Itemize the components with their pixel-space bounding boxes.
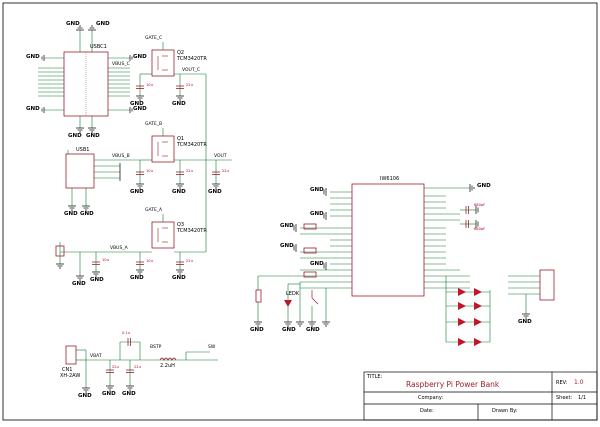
gnd-label-25: GND	[310, 261, 324, 267]
title-value: Raspberry Pi Power Bank	[406, 380, 500, 389]
gnd-label-24: GND	[280, 243, 294, 249]
part-q2: TCM3420TR	[177, 56, 207, 62]
mosfet-q1	[151, 135, 175, 163]
led-header-connector	[539, 269, 555, 301]
net-vbus-b: VBUS_B	[112, 154, 130, 159]
part-q1: TCM3420TR	[177, 142, 207, 148]
rev-value: 1.0	[574, 379, 584, 386]
gnd-label-12: GND	[80, 211, 94, 217]
net-gate-a: GATE_A	[145, 208, 163, 213]
gnd-label-8: GND	[86, 133, 100, 139]
ref-u1: IW6106	[380, 176, 400, 182]
gnd-label-16: GND	[130, 275, 144, 281]
gnd-label-6: GND	[133, 106, 147, 112]
net-bstp: BSTP	[150, 345, 162, 350]
value-c-q1-out: 22u	[186, 169, 193, 173]
value-c-q3-out: 22u	[186, 259, 193, 263]
net-gate-b: GATE_B	[145, 122, 163, 127]
title-label: TITLE:	[367, 374, 383, 380]
part-cn1: XH-2AW	[60, 373, 81, 379]
usb1-connector	[65, 153, 95, 189]
net-vout-c: VOUT_C	[182, 68, 200, 73]
mosfet-q3	[151, 221, 175, 249]
value-c-bat-1: 22u	[112, 365, 119, 369]
date-label: Date:	[420, 408, 434, 414]
sheet-label: Sheet:	[556, 395, 573, 401]
ref-usb1: USB1	[76, 147, 90, 153]
gnd-label-23: GND	[280, 223, 294, 229]
gnd-label-1: GND	[66, 21, 80, 27]
net-sw: SW	[208, 345, 216, 350]
value-c-q1-in: 10u	[146, 169, 153, 173]
gnd-label-14: GND	[172, 189, 186, 195]
ic-u1	[351, 183, 425, 297]
value-c-bstp: 0.1u	[122, 331, 130, 335]
net-vout: VOUT	[214, 154, 227, 159]
gnd-label-21: GND	[310, 187, 324, 193]
sheet-value: 1/1	[578, 395, 587, 401]
gnd-label-10: GND	[172, 101, 186, 107]
gnd-label-9: GND	[130, 101, 144, 107]
ref-l1: 2.2uH	[160, 363, 175, 369]
gnd-label-26: GND	[250, 327, 264, 333]
value-c-680p-2: 680pF	[474, 227, 486, 231]
gnd-label-18: GND	[72, 281, 86, 287]
mosfet-q2	[151, 49, 175, 77]
battery-connector-cn1	[65, 345, 77, 365]
ic-lower-left-wires	[257, 275, 327, 322]
gnd-label-30: GND	[78, 393, 92, 399]
gnd-label-7: GND	[68, 133, 82, 139]
gnd-label-2: GND	[96, 21, 110, 27]
gnd-label-22: GND	[310, 211, 324, 217]
value-c-vout: 22u	[222, 169, 229, 173]
gnd-label-17: GND	[172, 275, 186, 281]
led-header-gnd	[522, 313, 530, 319]
gnd-label-15: GND	[208, 189, 222, 195]
gnd-label-19: GND	[90, 277, 104, 283]
ref-usbc1: USBC1	[90, 44, 107, 50]
net-vbus-a: VBUS_A	[110, 246, 128, 251]
drawn-by-label: Drawn By:	[492, 408, 518, 414]
gnd-label-20: GND	[477, 183, 491, 189]
schematic-sheet: USBC1 USB1 Q2 TCM3420TR Q1 TCM3420TR Q3 …	[0, 0, 600, 423]
gnd-label-11: GND	[64, 211, 78, 217]
net-vbat: VBAT	[90, 354, 102, 359]
value-c-q2-out: 22u	[186, 83, 193, 87]
value-c-bat-2: 22u	[134, 365, 141, 369]
gnd-label-27: GND	[282, 327, 296, 333]
gnd-label-4: GND	[133, 54, 147, 60]
value-c-q2-in: 10u	[146, 83, 153, 87]
led-header-wires	[508, 275, 540, 314]
gnd-label-29: GND	[518, 319, 532, 325]
net-vbus-c: VBUS_C	[112, 62, 130, 67]
gnd-label-31: GND	[102, 391, 116, 397]
usbc1-connector	[63, 51, 109, 117]
gnd-label-13: GND	[130, 189, 144, 195]
battery-input-wires	[76, 341, 218, 388]
company-label: Company:	[418, 395, 444, 401]
gnd-label-3: GND	[26, 54, 40, 60]
ledk-led	[284, 284, 292, 322]
value-c-680p-1: 680pF	[474, 203, 486, 207]
part-q3: TCM3420TR	[177, 228, 207, 234]
switch-sw1	[311, 290, 319, 322]
gnd-label-5: GND	[26, 106, 40, 112]
value-c-vbus-a: 10u	[102, 258, 109, 262]
ref-ledk: LEDK	[286, 291, 300, 297]
net-gate-c: GATE_C	[145, 36, 163, 41]
gnd-label-28: GND	[306, 327, 320, 333]
gnd-label-32: GND	[122, 391, 136, 397]
status-leds	[458, 288, 482, 346]
value-c-q3-in: 10u	[146, 259, 153, 263]
rev-label: REV:	[556, 380, 568, 386]
